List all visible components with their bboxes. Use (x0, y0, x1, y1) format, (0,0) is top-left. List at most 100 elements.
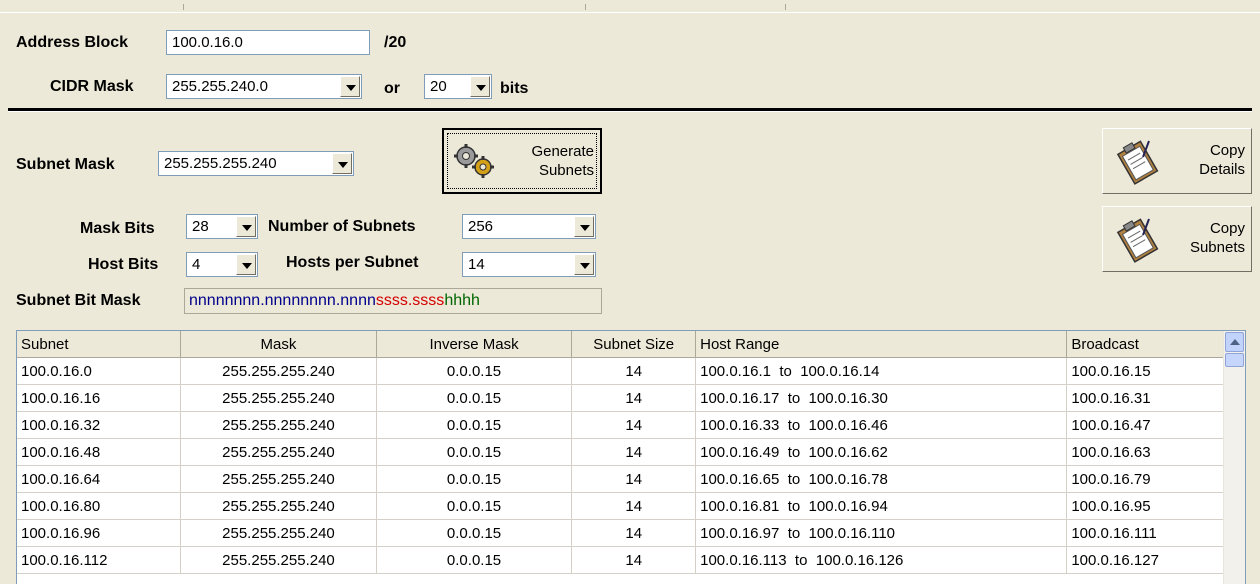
subnet-mask-label: Subnet Mask (16, 156, 115, 173)
table-cell: 0.0.0.15 (376, 357, 573, 385)
column-header[interactable]: Broadcast (1066, 331, 1245, 358)
table-row[interactable]: 100.0.16.80 255.255.255.240 0.0.0.15 14 100.… (17, 492, 1245, 520)
table-cell: 0.0.0.15 (376, 384, 573, 412)
generate-subnets-button[interactable]: Generate Subnets (442, 128, 602, 194)
table-cell: 100.0.16.49 to 100.0.16.62 (695, 438, 1068, 466)
generate-button-line2: Subnets (538, 162, 594, 179)
clipboard-icon (1116, 140, 1159, 185)
scroll-up-arrow-icon[interactable] (1225, 332, 1244, 352)
scrollbar-thumb[interactable] (1225, 353, 1244, 367)
table-row[interactable]: 100.0.16.32 255.255.255.240 0.0.0.15 14 100.… (17, 411, 1245, 439)
table-cell: 100.0.16.63 (1066, 438, 1245, 466)
table-cell: 100.0.16.111 (1066, 519, 1245, 547)
table-cell: 0.0.0.15 (376, 438, 573, 466)
table-cell: 14 (571, 519, 697, 547)
table-cell: 255.255.255.240 (180, 465, 377, 493)
chevron-down-icon[interactable] (574, 254, 594, 275)
address-block-label: Address Block (16, 34, 129, 51)
subnet-mask-select[interactable]: 255.255.255.240 (158, 151, 354, 176)
subnet-bit-mask-label: Subnet Bit Mask (16, 292, 141, 309)
hosts-per-subnet-select[interactable]: 14 (462, 252, 596, 277)
copy-details-button[interactable]: Copy Details (1102, 128, 1252, 194)
table-cell: 255.255.255.240 (180, 519, 377, 547)
table-cell: 100.0.16.97 to 100.0.16.110 (695, 519, 1068, 547)
copy-subnets-line1: Copy (1209, 220, 1245, 237)
cidr-mask-label: CIDR Mask (50, 78, 134, 95)
table-cell: 14 (571, 492, 697, 520)
chevron-down-icon[interactable] (470, 76, 490, 97)
bit-mask-host-part: hhhh (444, 292, 480, 309)
cidr-bits-select[interactable]: 20 (424, 74, 492, 99)
mask-bits-value: 28 (192, 218, 209, 235)
table-cell: 14 (571, 411, 697, 439)
or-label: or (384, 80, 400, 97)
table-cell: 255.255.255.240 (180, 384, 377, 412)
vertical-scrollbar[interactable] (1223, 331, 1245, 584)
chevron-down-icon[interactable] (236, 216, 256, 237)
gears-icon (454, 144, 494, 178)
chevron-down-icon[interactable] (236, 254, 256, 275)
table-cell: 255.255.255.240 (180, 492, 377, 520)
table-cell: 0.0.0.15 (376, 546, 573, 574)
copy-details-line2: Details (1199, 161, 1245, 178)
column-header[interactable]: Subnet (17, 331, 182, 358)
table-cell: 0.0.0.15 (376, 411, 573, 439)
host-bits-label: Host Bits (88, 256, 159, 273)
table-cell: 0.0.0.15 (376, 519, 573, 547)
table-row[interactable]: 100.0.16.112 255.255.255.240 0.0.0.15 14 100… (17, 546, 1245, 574)
generate-button-line1: Generate (531, 143, 594, 160)
subnet-table[interactable]: Subnet Mask Inverse Mask Subnet Size Hos… (16, 330, 1246, 584)
bits-label: bits (500, 80, 529, 97)
table-cell: 100.0.16.95 (1066, 492, 1245, 520)
cidr-mask-select[interactable]: 255.255.240.0 (166, 74, 362, 99)
table-row[interactable]: 100.0.16.48 255.255.255.240 0.0.0.15 14 100.… (17, 438, 1245, 466)
top-tab-strip (0, 0, 1260, 13)
chevron-down-icon[interactable] (340, 76, 360, 97)
address-block-input[interactable]: 100.0.16.0 (166, 30, 370, 55)
table-cell: 100.0.16.0 (17, 357, 182, 385)
table-cell: 255.255.255.240 (180, 546, 377, 574)
table-row[interactable]: 100.0.16.64 255.255.255.240 0.0.0.15 14 100.… (17, 465, 1245, 493)
host-bits-select[interactable]: 4 (186, 252, 258, 277)
table-cell: 100.0.16.47 (1066, 411, 1245, 439)
copy-subnets-line2: Subnets (1189, 239, 1245, 256)
mask-bits-select[interactable]: 28 (186, 214, 258, 239)
column-header[interactable]: Inverse Mask (376, 331, 573, 358)
table-row[interactable]: 100.0.16.16 255.255.255.240 0.0.0.15 14 100.… (17, 384, 1245, 412)
section-divider (8, 108, 1252, 112)
mask-bits-label: Mask Bits (80, 220, 155, 237)
chevron-down-icon[interactable] (332, 153, 352, 174)
table-cell: 100.0.16.17 to 100.0.16.30 (695, 384, 1068, 412)
subnet-mask-value: 255.255.255.240 (164, 155, 277, 172)
table-cell: 100.0.16.15 (1066, 357, 1245, 385)
table-cell: 14 (571, 465, 697, 493)
table-cell: 100.0.16.113 to 100.0.16.126 (695, 546, 1068, 574)
table-cell: 100.0.16.79 (1066, 465, 1245, 493)
cidr-mask-value: 255.255.240.0 (172, 78, 268, 95)
table-cell: 14 (571, 384, 697, 412)
column-header[interactable]: Subnet Size (571, 331, 697, 358)
table-row[interactable]: 100.0.16.96 255.255.255.240 0.0.0.15 14 100.… (17, 519, 1245, 547)
bit-mask-subnet-part: ssss.ssss (375, 292, 445, 309)
column-header[interactable]: Mask (180, 331, 377, 358)
bit-mask-network-part: nnnnnnnn.nnnnnnnn.nnnn (189, 292, 376, 309)
column-header[interactable]: Host Range (695, 331, 1068, 358)
table-cell: 100.0.16.1 to 100.0.16.14 (695, 357, 1068, 385)
table-cell: 100.0.16.65 to 100.0.16.78 (695, 465, 1068, 493)
table-cell: 100.0.16.96 (17, 519, 182, 547)
copy-subnets-button[interactable]: Copy Subnets (1102, 206, 1252, 272)
table-cell: 100.0.16.48 (17, 438, 182, 466)
table-cell: 100.0.16.81 to 100.0.16.94 (695, 492, 1068, 520)
table-cell: 100.0.16.80 (17, 492, 182, 520)
table-cell: 255.255.255.240 (180, 411, 377, 439)
table-cell: 14 (571, 357, 697, 385)
address-prefix-label: /20 (384, 34, 407, 51)
num-subnets-value: 256 (468, 218, 494, 235)
table-cell: 100.0.16.32 (17, 411, 182, 439)
num-subnets-select[interactable]: 256 (462, 214, 596, 239)
table-cell: 100.0.16.112 (17, 546, 182, 574)
table-cell: 100.0.16.31 (1066, 384, 1245, 412)
table-row[interactable]: 100.0.16.0 255.255.255.240 0.0.0.15 14 100.0… (17, 357, 1245, 385)
chevron-down-icon[interactable] (574, 216, 594, 237)
copy-details-line1: Copy (1209, 142, 1245, 159)
